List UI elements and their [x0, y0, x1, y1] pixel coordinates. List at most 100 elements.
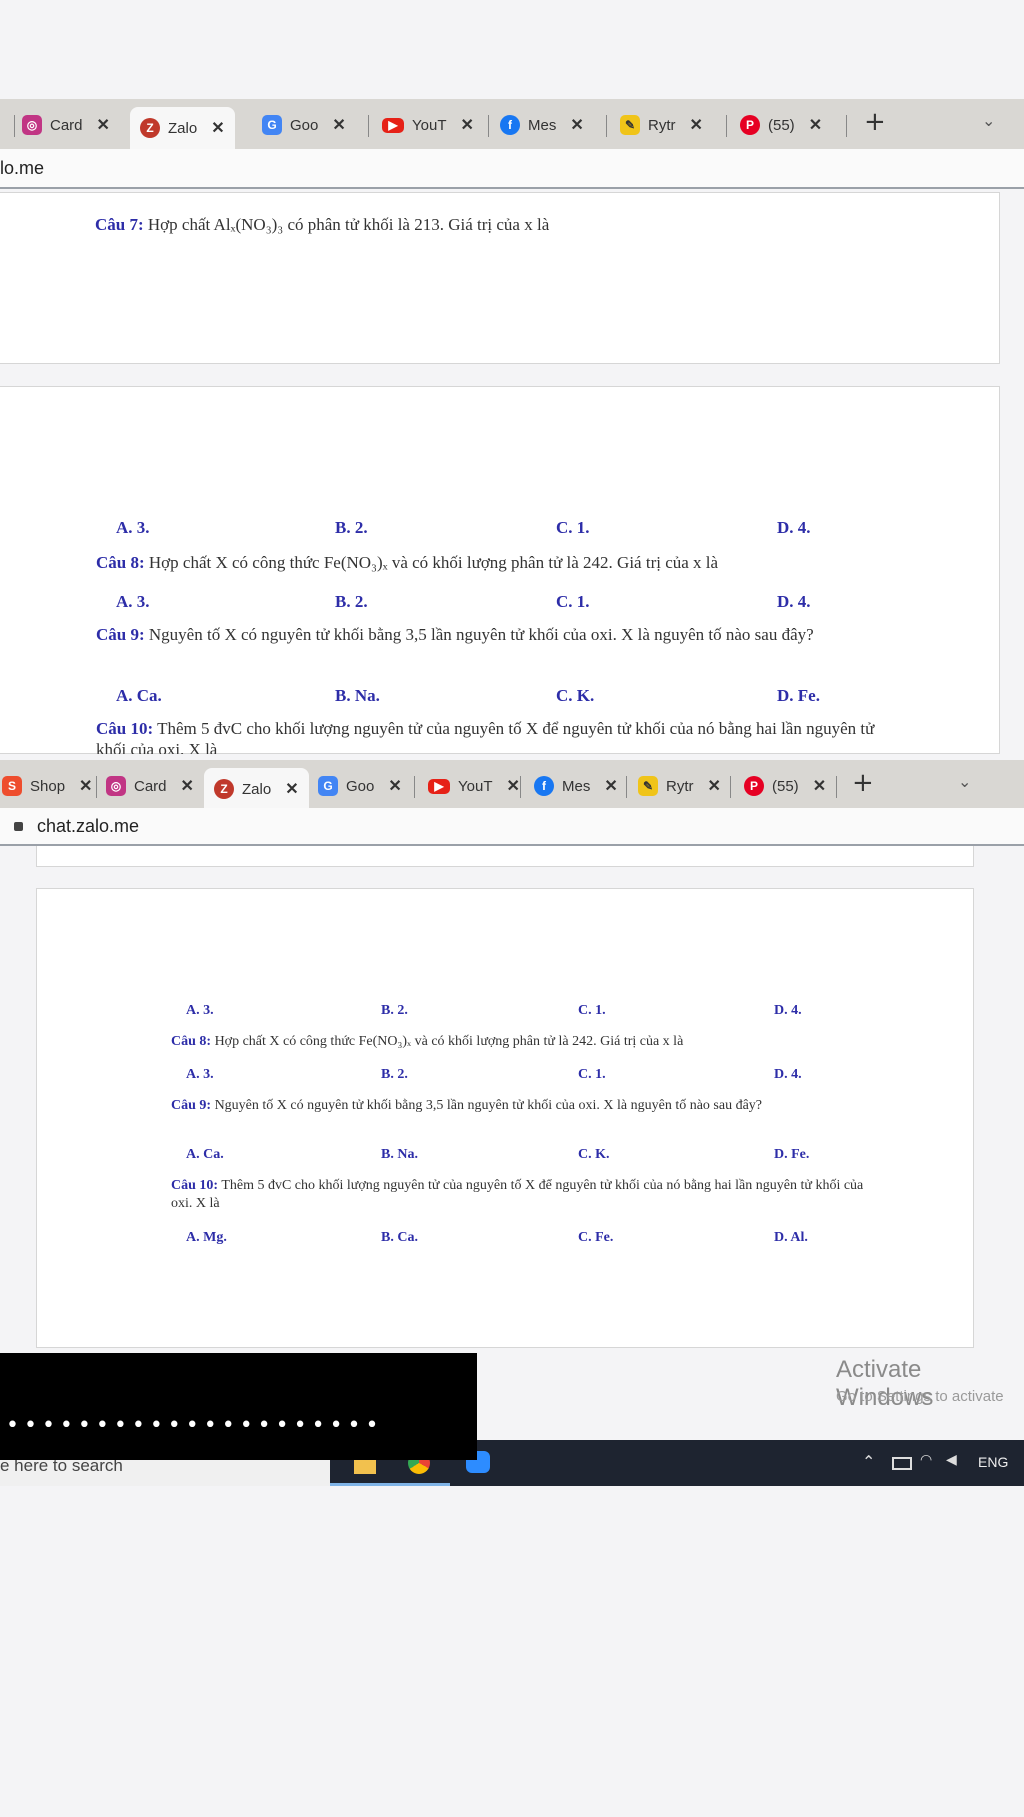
tab-pinterest[interactable]: P (55) ✕: [744, 770, 826, 802]
question-text: Thêm 5 đvC cho khối lượng nguyên tử của …: [96, 719, 875, 754]
chevron-down-icon[interactable]: ⌄: [958, 772, 971, 791]
tab-separator: [414, 776, 415, 798]
question-text: Hợp chất X có công thức Fe(NO₃)ₓ và có k…: [214, 1034, 684, 1049]
tab-zalo[interactable]: Z Zalo ✕: [130, 107, 235, 149]
new-tab-icon[interactable]: +: [852, 768, 874, 798]
top-tab-bar: ◎ Card ✕ Z Zalo ✕ G Goo ✕ ▶ YouT ✕ f Mes…: [0, 99, 1024, 149]
bottom-tab-bar: S Shop ✕ ◎ Card ✕ Z Zalo ✕ G Goo ✕ ▶ You…: [0, 760, 1024, 808]
tab-label: (55): [772, 777, 799, 795]
bottom-address-bar[interactable]: chat.zalo.me: [0, 808, 1024, 846]
close-icon[interactable]: ✕: [332, 115, 345, 135]
tab-label: Rytr: [666, 777, 694, 795]
close-icon[interactable]: ✕: [211, 118, 224, 138]
close-icon[interactable]: ✕: [460, 115, 473, 135]
close-icon[interactable]: ✕: [285, 779, 298, 799]
question-number: Câu 10:: [96, 719, 154, 738]
close-icon[interactable]: ✕: [79, 776, 92, 796]
option-b: B. Na.: [381, 1147, 418, 1162]
question-number: Câu 9:: [96, 625, 145, 644]
tab-pinterest[interactable]: P (55) ✕: [740, 109, 822, 141]
question-10: Câu 10: Thêm 5 đvC cho khối lượng nguyên…: [96, 718, 886, 754]
question-8: Câu 8: Hợp chất X có công thức Fe(NO₃)ₓ …: [171, 1033, 871, 1051]
question-text: Hợp chất X có công thức Fe(NO₃)ₓ và có k…: [148, 553, 719, 572]
rytr-icon: ✎: [620, 115, 640, 135]
question-number: Câu 8:: [171, 1034, 212, 1049]
language-indicator[interactable]: ENG: [978, 1454, 1008, 1470]
close-icon[interactable]: ✕: [97, 115, 110, 135]
question-number: Câu 7:: [95, 215, 144, 234]
facebook-messenger-icon: f: [500, 115, 520, 135]
tab-google-translate[interactable]: G Goo ✕: [262, 109, 346, 141]
top-address-bar[interactable]: lo.me: [0, 149, 1024, 189]
close-icon[interactable]: ✕: [813, 776, 826, 796]
tab-separator: [626, 776, 627, 798]
youtube-icon: ▶: [382, 117, 404, 133]
zalo-icon: Z: [214, 779, 234, 799]
close-icon[interactable]: ✕: [570, 115, 583, 135]
tab-label: Goo: [290, 116, 319, 134]
close-icon[interactable]: ✕: [708, 776, 721, 796]
tab-zalo[interactable]: Z Zalo ✕: [204, 768, 309, 808]
option-a: A. 3.: [186, 1003, 214, 1018]
question-7: Câu 7: Hợp chất Alₓ(NO₃)₃ có phân tử khố…: [95, 214, 895, 235]
close-icon[interactable]: ✕: [604, 776, 617, 796]
facebook-messenger-icon: f: [534, 776, 554, 796]
document-page: [36, 846, 974, 867]
close-icon[interactable]: ✕: [181, 776, 194, 796]
tab-youtube[interactable]: ▶ YouT ✕: [382, 109, 474, 141]
tab-youtube[interactable]: ▶ YouT ✕: [428, 770, 520, 802]
tab-messenger[interactable]: f Mes ✕: [534, 770, 618, 802]
tab-messenger[interactable]: f Mes ✕: [500, 109, 584, 141]
close-icon[interactable]: ✕: [388, 776, 401, 796]
tab-shopee[interactable]: S Shop ✕: [2, 770, 92, 802]
taskbar-active-indicator: [330, 1483, 450, 1486]
youtube-icon: ▶: [428, 778, 450, 794]
chevron-down-icon[interactable]: ⌄: [982, 111, 995, 130]
option-a: A. Ca.: [116, 686, 162, 705]
tab-label: Zalo: [242, 780, 272, 798]
option-a: A. Ca.: [186, 1147, 224, 1162]
password-dots: •••••••••••••••••••••: [6, 1413, 384, 1438]
wifi-icon[interactable]: ◠: [920, 1452, 932, 1468]
document-page: [36, 888, 974, 1348]
volume-icon[interactable]: ◀: [946, 1452, 957, 1468]
tab-card[interactable]: ◎ Card ✕: [22, 109, 110, 141]
close-icon[interactable]: ✕: [506, 776, 519, 796]
close-icon[interactable]: ✕: [690, 115, 703, 135]
question-number: Câu 10:: [171, 1178, 219, 1193]
tab-label: YouT: [412, 116, 447, 134]
option-d: D. 4.: [774, 1067, 802, 1082]
close-icon[interactable]: ✕: [809, 115, 822, 135]
tab-rytr[interactable]: ✎ Rytr ✕: [620, 109, 703, 141]
battery-icon[interactable]: [892, 1457, 912, 1470]
instagram-icon: ◎: [22, 115, 42, 135]
option-a: A. 3.: [186, 1067, 214, 1082]
redaction-box: [0, 1353, 477, 1460]
tab-card[interactable]: ◎ Card ✕: [106, 770, 194, 802]
tab-separator: [368, 115, 369, 137]
tab-label: Mes: [528, 116, 557, 134]
option-b: B. 2.: [381, 1067, 408, 1082]
question-text: Thêm 5 đvC cho khối lượng nguyên tử của …: [171, 1178, 864, 1211]
lock-icon: [14, 821, 23, 831]
option-d: D. Fe.: [774, 1147, 810, 1162]
question-text: Nguyên tố X có nguyên tử khối bằng 3,5 l…: [148, 625, 814, 644]
tab-google-translate[interactable]: G Goo ✕: [318, 770, 402, 802]
shopee-icon: S: [2, 776, 22, 796]
tab-separator: [726, 115, 727, 137]
tab-rytr[interactable]: ✎ Rytr ✕: [638, 770, 721, 802]
option-b: B. Ca.: [381, 1230, 418, 1245]
option-c: C. 1.: [556, 518, 590, 537]
option-a: A. Mg.: [186, 1230, 227, 1245]
tab-label: Card: [50, 116, 83, 134]
option-c: C. Fe.: [578, 1230, 614, 1245]
new-tab-icon[interactable]: +: [864, 107, 886, 137]
tab-separator: [14, 115, 15, 137]
tab-separator: [96, 776, 97, 798]
question-9: Câu 9: Nguyên tố X có nguyên tử khối bằn…: [171, 1097, 866, 1115]
question-10: Câu 10: Thêm 5 đvC cho khối lượng nguyên…: [171, 1177, 866, 1212]
option-c: C. 1.: [578, 1003, 606, 1018]
chevron-up-icon[interactable]: ⌃: [862, 1452, 875, 1471]
google-translate-icon: G: [318, 776, 338, 796]
zalo-icon: Z: [140, 118, 160, 138]
